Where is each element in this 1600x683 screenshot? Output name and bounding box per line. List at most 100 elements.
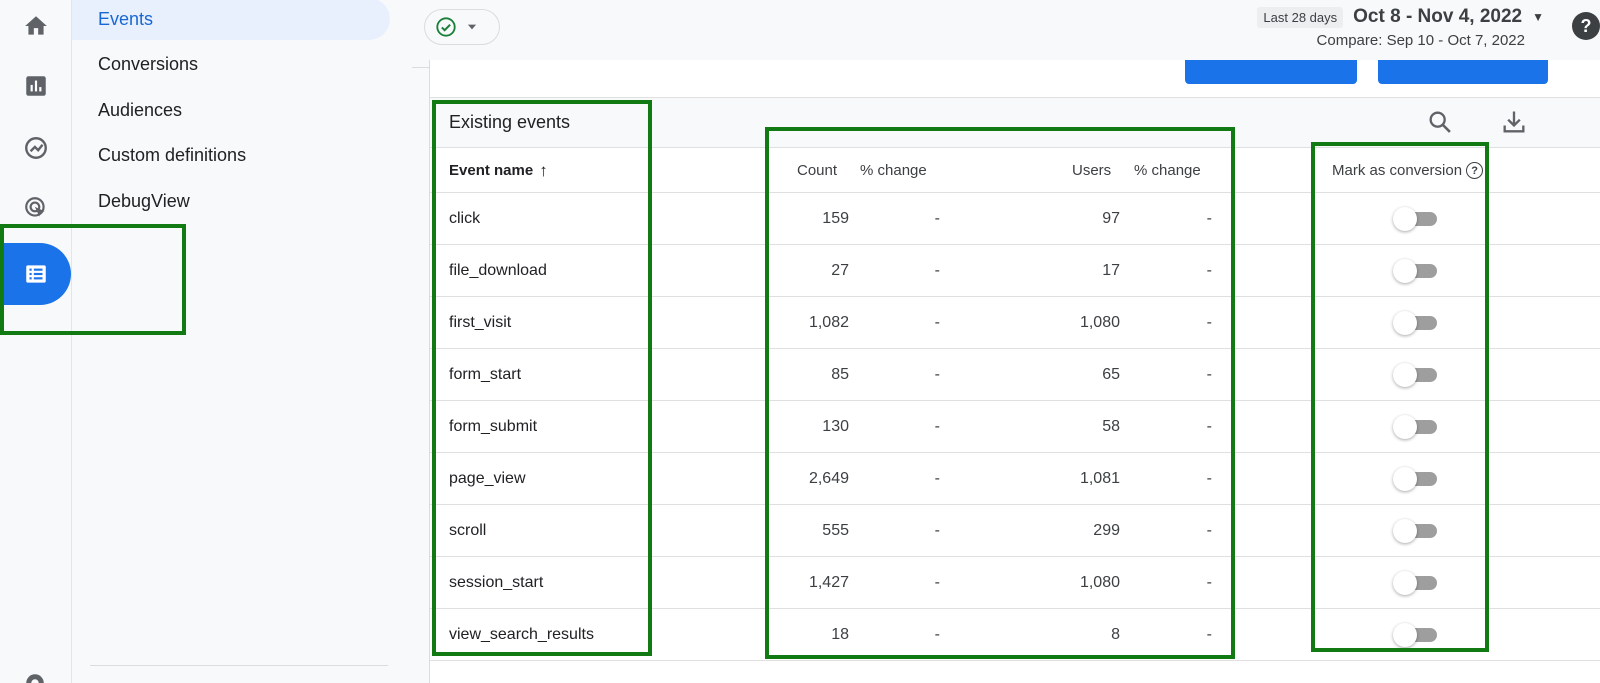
- mark-conversion-toggle[interactable]: [1393, 311, 1437, 335]
- subnav-item-debugview[interactable]: DebugView: [72, 180, 390, 222]
- users-change-cell: -: [1206, 574, 1212, 591]
- settings-icon[interactable]: [20, 668, 50, 683]
- mark-conversion-toggle[interactable]: [1393, 363, 1437, 387]
- count-change-cell: -: [934, 366, 940, 383]
- mark-conversion-header: Mark as conversion ?: [1332, 148, 1484, 193]
- card-header: Existing events: [430, 98, 1600, 148]
- conversion-toggle-cell: [1385, 505, 1445, 557]
- search-icon[interactable]: [1426, 108, 1454, 136]
- subnav-item-conversions[interactable]: Conversions: [72, 43, 390, 85]
- table-row: page_view 2,649 - 1,081 -: [430, 453, 1600, 505]
- event-name-cell[interactable]: form_start: [449, 349, 521, 401]
- table-row: session_start 1,427 - 1,080 -: [430, 557, 1600, 609]
- event-name-cell[interactable]: click: [449, 193, 480, 245]
- table-row: form_submit 130 - 58 -: [430, 401, 1600, 453]
- subnav-item-audiences[interactable]: Audiences: [72, 89, 390, 131]
- subnav-item-events[interactable]: Events: [72, 0, 390, 40]
- event-name-cell[interactable]: session_start: [449, 557, 543, 609]
- conversion-toggle-cell: [1385, 193, 1445, 245]
- count-cell: 18: [831, 626, 849, 643]
- users-change-cell: -: [1206, 626, 1212, 643]
- table-body: click 159-97- file_download 27-17- first_vis…: [430, 193, 1600, 661]
- users-change-cell: -: [1206, 366, 1212, 383]
- count-change-cell: -: [934, 418, 940, 435]
- date-range-picker[interactable]: Last 28 days Oct 8 - Nov 4, 2022 ▼: [1257, 6, 1544, 28]
- home-icon[interactable]: [12, 2, 60, 50]
- event-name-cell[interactable]: file_download: [449, 245, 547, 297]
- table-row: click 159 - 97 -: [430, 193, 1600, 245]
- event-name-cell[interactable]: view_search_results: [449, 609, 594, 661]
- create-event-button[interactable]: [1378, 60, 1548, 84]
- users-change-header[interactable]: % change: [1134, 148, 1201, 193]
- data-status-dropdown[interactable]: [424, 9, 500, 45]
- event-name-cell[interactable]: form_submit: [449, 401, 537, 453]
- table-row: first_visit 1,082 - 1,080 -: [430, 297, 1600, 349]
- icon-rail: [0, 0, 72, 683]
- table-header: Event name ↑ Count % change Users % chan…: [430, 148, 1600, 193]
- mark-conversion-toggle[interactable]: [1393, 623, 1437, 647]
- count-change-cell: -: [934, 626, 940, 643]
- caret-down-icon: ▼: [1532, 10, 1544, 24]
- modify-event-button[interactable]: [1185, 60, 1357, 84]
- count-change-cell: -: [934, 470, 940, 487]
- subnav-item-custom-definitions[interactable]: Custom definitions: [72, 134, 390, 176]
- count-change-cell: -: [934, 574, 940, 591]
- users-cell: 65: [1102, 366, 1120, 383]
- users-change-cell: -: [1206, 470, 1212, 487]
- card-title: Existing events: [449, 112, 571, 132]
- mark-conversion-toggle[interactable]: [1393, 415, 1437, 439]
- conversion-toggle-cell: [1385, 557, 1445, 609]
- users-change-cell: -: [1206, 210, 1212, 227]
- count-change-header[interactable]: % change: [860, 148, 927, 193]
- event-name-cell[interactable]: page_view: [449, 453, 526, 505]
- table-row: scroll 555 - 299 -: [430, 505, 1600, 557]
- table-row: file_download 27 - 17 -: [430, 245, 1600, 297]
- top-header: Last 28 days Oct 8 - Nov 4, 2022 ▼ Compa…: [412, 0, 1600, 68]
- conversion-toggle-cell: [1385, 609, 1445, 661]
- explore-icon[interactable]: [12, 124, 60, 172]
- advertising-icon[interactable]: [12, 184, 60, 232]
- reports-icon[interactable]: [12, 62, 60, 110]
- mark-conversion-toggle[interactable]: [1393, 519, 1437, 543]
- users-header[interactable]: Users: [1072, 148, 1111, 193]
- conversion-toggle-cell: [1385, 245, 1445, 297]
- count-change-cell: -: [934, 262, 940, 279]
- table-row: form_start 85 - 65 -: [430, 349, 1600, 401]
- users-cell: 1,081: [1079, 470, 1120, 487]
- configure-icon[interactable]: [0, 243, 71, 305]
- mark-conversion-toggle[interactable]: [1393, 259, 1437, 283]
- users-change-cell: -: [1206, 522, 1212, 539]
- table-row: view_search_results 18 - 8 -: [430, 609, 1600, 661]
- count-change-cell: -: [934, 314, 940, 331]
- users-cell: 97: [1102, 210, 1120, 227]
- count-cell: 159: [822, 210, 849, 227]
- download-icon[interactable]: [1500, 108, 1528, 136]
- help-icon[interactable]: ?: [1572, 12, 1600, 40]
- count-cell: 1,427: [808, 574, 849, 591]
- users-change-cell: -: [1206, 314, 1212, 331]
- users-cell: 1,080: [1079, 314, 1120, 331]
- date-range-label: Oct 8 - Nov 4, 2022: [1353, 6, 1523, 27]
- event-name-header[interactable]: Event name ↑: [449, 148, 548, 193]
- users-cell: 1,080: [1079, 574, 1120, 591]
- caret-down-icon: [467, 24, 477, 30]
- check-circle-icon: [436, 17, 456, 37]
- count-cell: 1,082: [808, 314, 849, 331]
- count-cell: 555: [822, 522, 849, 539]
- event-name-cell[interactable]: scroll: [449, 505, 486, 557]
- mark-conversion-toggle[interactable]: [1393, 571, 1437, 595]
- event-name-cell[interactable]: first_visit: [449, 297, 511, 349]
- mark-conversion-toggle[interactable]: [1393, 207, 1437, 231]
- users-cell: 58: [1102, 418, 1120, 435]
- conversion-toggle-cell: [1385, 401, 1445, 453]
- users-change-cell: -: [1206, 418, 1212, 435]
- count-cell: 2,649: [808, 470, 849, 487]
- users-cell: 299: [1093, 522, 1120, 539]
- users-change-cell: -: [1206, 262, 1212, 279]
- date-preset-chip: Last 28 days: [1257, 6, 1344, 28]
- count-header[interactable]: Count: [797, 148, 837, 193]
- count-cell: 130: [822, 418, 849, 435]
- conversion-toggle-cell: [1385, 453, 1445, 505]
- mark-conversion-toggle[interactable]: [1393, 467, 1437, 491]
- help-icon[interactable]: ?: [1466, 162, 1484, 179]
